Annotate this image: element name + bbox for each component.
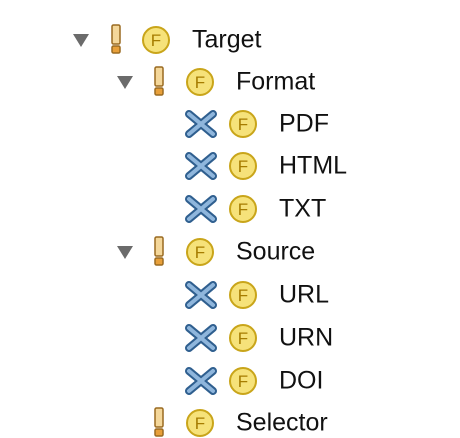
- feature-f-icon: F: [229, 110, 257, 138]
- svg-text:F: F: [238, 115, 248, 134]
- cross-icon: [185, 195, 217, 223]
- clipped-row-fragment: [140, 0, 200, 6]
- tree-row-format[interactable]: F Format: [0, 61, 460, 103]
- feature-f-icon: F: [229, 324, 257, 352]
- svg-text:F: F: [195, 243, 205, 262]
- tree-row-label: TXT: [279, 194, 327, 223]
- cross-icon: [185, 152, 217, 180]
- clipped-feature-icon: [140, 0, 180, 6]
- svg-text:F: F: [238, 200, 248, 219]
- feature-f-icon: F: [229, 152, 257, 180]
- svg-text:F: F: [238, 286, 248, 305]
- tree-row-label: Source: [236, 237, 316, 266]
- exclamation-icon: [111, 24, 121, 54]
- tree-row-url[interactable]: F URL: [0, 274, 460, 316]
- cross-icon: [185, 367, 217, 395]
- tree-row-label: Target: [192, 25, 262, 54]
- exclamation-icon: [154, 407, 164, 437]
- tree-row-label: URN: [279, 323, 334, 352]
- tree-row-selector[interactable]: F Selector: [0, 402, 460, 438]
- tree-row-label: URL: [279, 280, 330, 309]
- feature-f-icon: F: [142, 26, 170, 54]
- svg-text:F: F: [238, 329, 248, 348]
- cross-icon: [185, 324, 217, 352]
- tree-row-source[interactable]: F Source: [0, 231, 460, 273]
- exclamation-icon: [154, 236, 164, 266]
- feature-f-icon: F: [186, 68, 214, 96]
- feature-f-icon: F: [186, 238, 214, 266]
- svg-text:F: F: [238, 157, 248, 176]
- svg-text:F: F: [195, 414, 205, 433]
- feature-f-icon: F: [229, 367, 257, 395]
- tree-row-label: HTML: [279, 151, 348, 180]
- tree-row-label: Format: [236, 67, 316, 96]
- chevron-down-icon[interactable]: [117, 76, 133, 89]
- feature-f-icon: F: [229, 281, 257, 309]
- tree-row-html[interactable]: F HTML: [0, 145, 460, 187]
- tree-row-pdf[interactable]: F PDF: [0, 103, 460, 145]
- tree-row-txt[interactable]: F TXT: [0, 188, 460, 230]
- svg-text:F: F: [151, 31, 161, 50]
- feature-f-icon: F: [229, 195, 257, 223]
- feature-f-icon: F: [186, 409, 214, 437]
- tree-row-urn[interactable]: F URN: [0, 317, 460, 359]
- feature-tree: F Target F Format F PDF F HTML F TXT F S…: [0, 0, 460, 438]
- tree-row-target[interactable]: F Target: [0, 19, 460, 61]
- svg-text:F: F: [238, 372, 248, 391]
- svg-text:F: F: [195, 73, 205, 92]
- cross-icon: [185, 110, 217, 138]
- chevron-down-icon[interactable]: [117, 246, 133, 259]
- tree-row-label: Selector: [236, 408, 328, 437]
- tree-row-doi[interactable]: F DOI: [0, 360, 460, 402]
- tree-row-label: DOI: [279, 366, 324, 395]
- exclamation-icon: [154, 66, 164, 96]
- chevron-down-icon[interactable]: [73, 34, 89, 47]
- tree-row-label: PDF: [279, 109, 329, 138]
- cross-icon: [185, 281, 217, 309]
